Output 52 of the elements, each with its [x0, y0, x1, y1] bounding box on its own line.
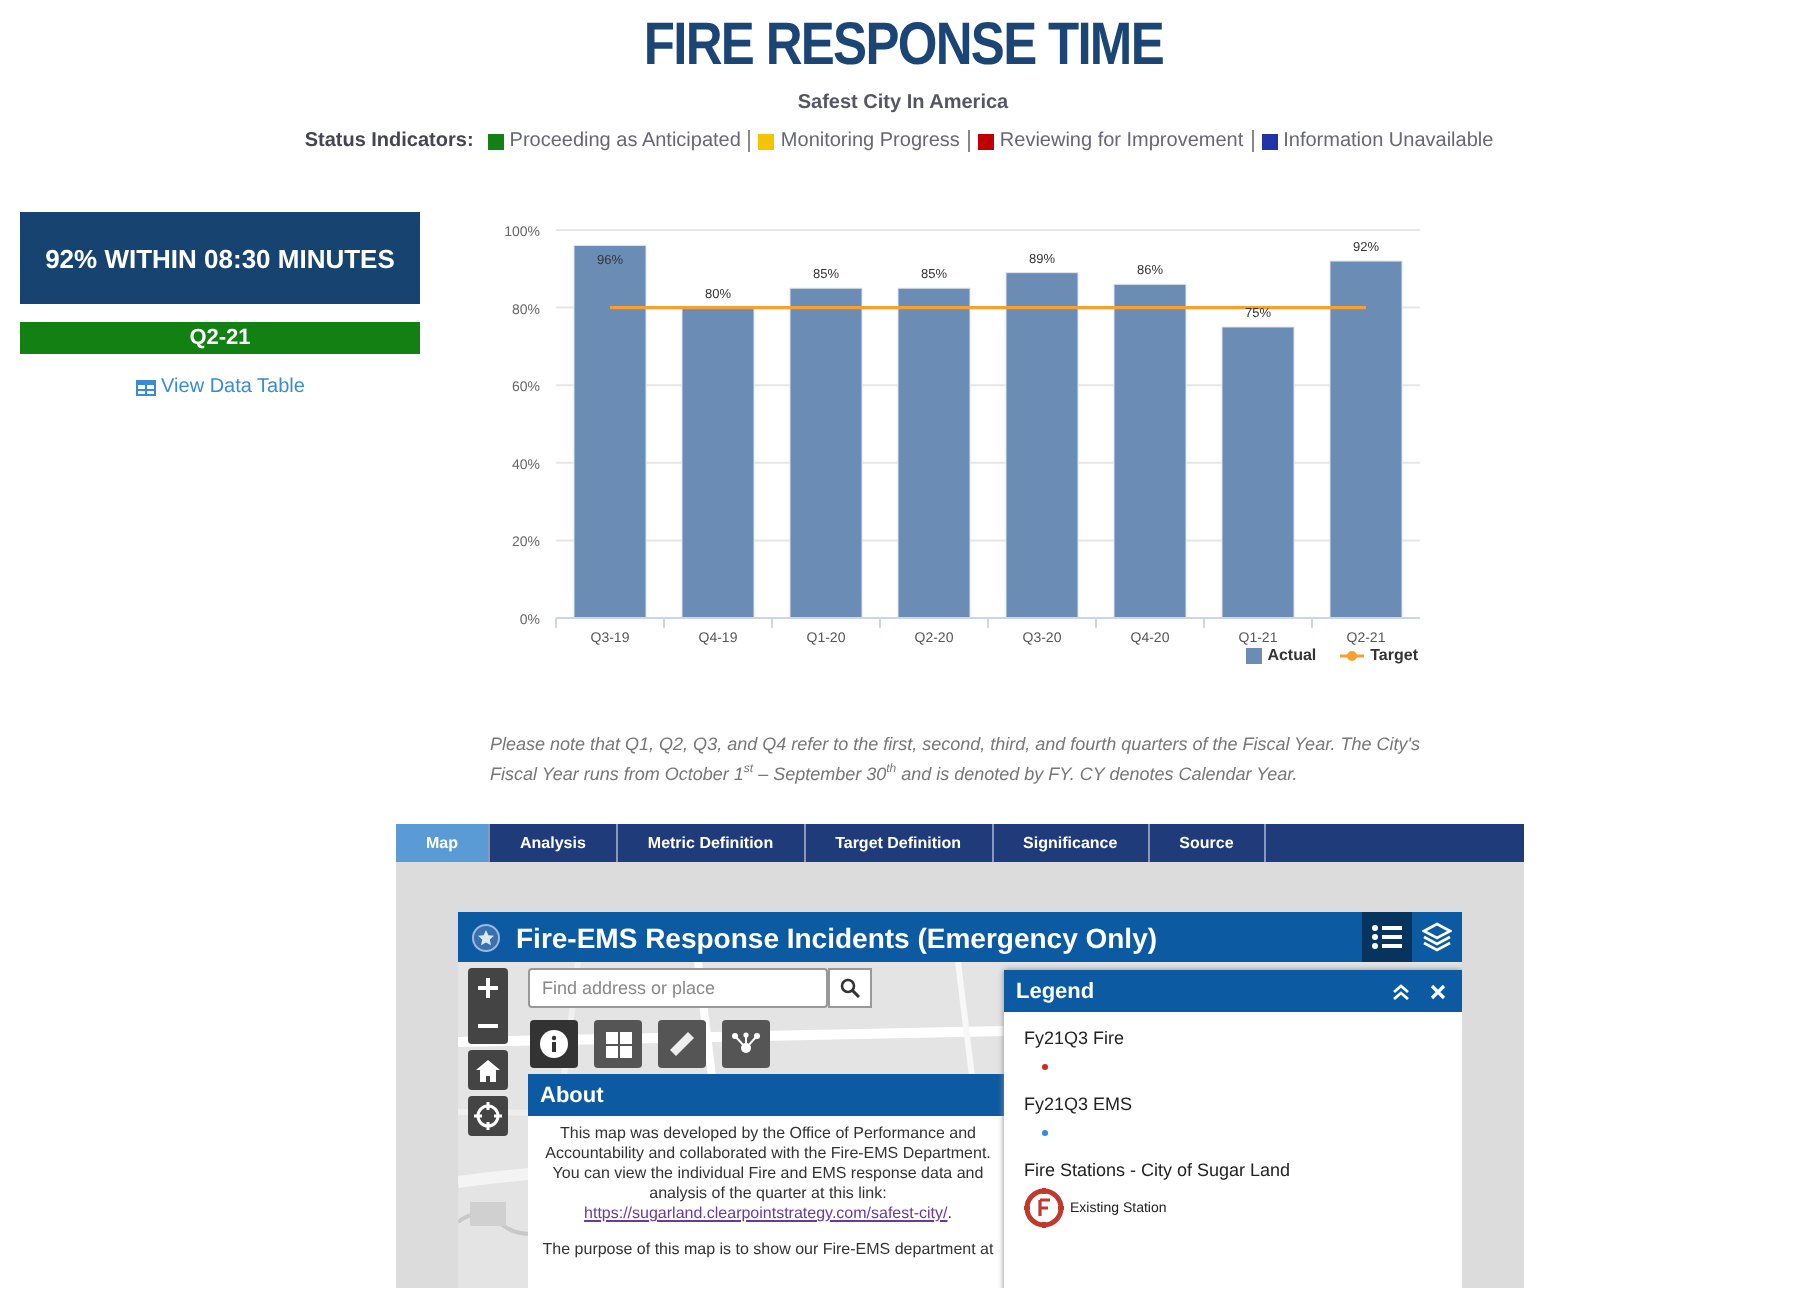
headline-banner: 92% WITHIN 08:30 MINUTES — [20, 212, 420, 304]
legend-line-icon — [1340, 649, 1365, 661]
legend-swatch — [1245, 647, 1262, 663]
info-icon — [540, 1030, 568, 1058]
share-icon — [732, 1032, 760, 1056]
map-tool-button[interactable] — [658, 1020, 706, 1068]
layer-name: Fy21Q3 EMS — [1024, 1094, 1135, 1114]
minus-icon — [478, 1023, 498, 1027]
tab[interactable]: Source — [1149, 824, 1266, 862]
panel-title: Legend — [1016, 979, 1095, 1003]
status-text: Monitoring Progress — [780, 130, 960, 152]
panel-title: About — [528, 1074, 1008, 1116]
about-text: The purpose of this map is to show our Fire-EMS department at — [540, 1240, 996, 1260]
safest-city-link[interactable]: https://sugarland.clearpointstrategy.com/safest-city/ — [584, 1204, 948, 1222]
search-field[interactable]: Find address or place — [528, 968, 828, 1008]
home-icon — [476, 1059, 500, 1081]
data-table-link[interactable]: View Data Table — [135, 376, 305, 398]
map-tool-button[interactable] — [722, 1020, 770, 1068]
fire-station-icon — [1024, 1188, 1064, 1228]
home-button[interactable] — [468, 1050, 508, 1090]
page-title: FIRE RESPONSE TIME — [643, 10, 1163, 82]
grid-icon — [605, 1031, 631, 1057]
period-bar: Q2-21 — [20, 322, 420, 354]
collapse-icon[interactable] — [1392, 983, 1410, 999]
layer-name: Fy21Q3 Fire — [1024, 1028, 1127, 1048]
layers-icon — [1422, 922, 1452, 952]
table-icon — [135, 379, 156, 395]
legend-label[interactable]: Actual — [1267, 646, 1317, 664]
close-icon[interactable] — [1430, 983, 1446, 999]
list-icon — [1372, 924, 1402, 950]
status-text: Proceeding as Anticipated — [509, 130, 741, 152]
page-subtitle: Safest City In America — [797, 92, 1009, 114]
plus-icon — [478, 977, 498, 997]
status-label: Status Indicators: — [304, 130, 474, 152]
fiscal-note: Please note that Q1, Q2, Q3, and Q4 refer to the first, second, third, and fourth quarters of the Fiscal Year. The City's Fiscal Year runs from October 1$^{st}$ – September 30$^{th}$ and is denoted by FY. CY denotes Calendar Year. — [490, 732, 1422, 788]
legend-label[interactable]: Target — [1370, 646, 1418, 664]
map-tool-button[interactable] — [594, 1020, 642, 1068]
legend-button[interactable] — [1362, 912, 1412, 962]
crosshair-icon — [474, 1102, 502, 1130]
star-emblem-icon — [472, 923, 500, 951]
ruler-icon — [668, 1030, 696, 1058]
map-tool-button[interactable] — [530, 1020, 578, 1068]
about-text: This map was developed by the Office of Performance and Accountability and collaborated with the Fire-EMS Department. You can view the individual Fire and EMS response data and analysis of the quarter at this link: https://sugarland.clearpointstrategy.com/safest-city/. — [543, 1124, 993, 1224]
status-text: Reviewing for Improvement — [999, 130, 1244, 152]
layer-name: Fire Stations - City of Sugar Land — [1024, 1160, 1293, 1180]
tab[interactable]: Significance — [993, 824, 1150, 862]
search-button[interactable] — [828, 968, 872, 1008]
map-title: Fire-EMS Response Incidents (Emergency Only) — [516, 921, 1160, 953]
tab[interactable]: Target Definition — [805, 824, 994, 862]
locate-button[interactable] — [468, 1096, 508, 1136]
status-text: Information Unavailable — [1283, 130, 1494, 152]
search-icon — [840, 978, 860, 998]
